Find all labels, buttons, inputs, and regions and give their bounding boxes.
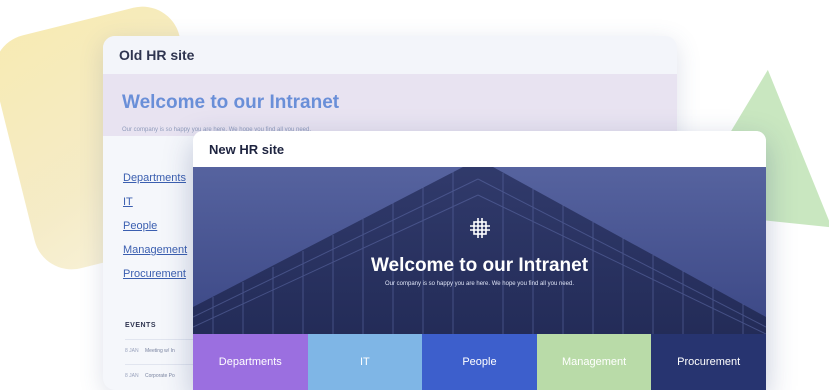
old-site-nav: Departments IT People Management Procure… bbox=[123, 172, 187, 292]
new-site-title: Welcome to our Intranet bbox=[370, 255, 589, 276]
tile-management[interactable]: Management bbox=[536, 334, 652, 390]
tile-it[interactable]: IT bbox=[307, 334, 423, 390]
event-date: 8 JAN bbox=[125, 373, 139, 379]
old-nav-it[interactable]: IT bbox=[123, 196, 187, 212]
tile-departments[interactable]: Departments bbox=[193, 334, 308, 390]
old-nav-management[interactable]: Management bbox=[123, 244, 187, 260]
old-site-title: Welcome to our Intranet bbox=[122, 92, 340, 113]
tile-people[interactable]: People bbox=[422, 334, 537, 390]
old-nav-departments[interactable]: Departments bbox=[123, 172, 187, 188]
new-site-card: New HR site Welcome to our Intranet Our … bbox=[193, 131, 766, 390]
new-site-header: New HR site bbox=[193, 131, 766, 167]
event-date: 8 JAN bbox=[125, 348, 139, 354]
event-name: Meeting w/ In bbox=[145, 348, 175, 354]
old-site-header: Old HR site bbox=[103, 36, 677, 74]
building-image bbox=[193, 167, 766, 334]
nav-tiles: Departments IT People Management Procure… bbox=[193, 334, 766, 390]
hero-banner: Welcome to our Intranet Our company is s… bbox=[193, 167, 766, 334]
old-nav-procurement[interactable]: Procurement bbox=[123, 268, 187, 284]
old-site-banner: Welcome to our Intranet Our company is s… bbox=[103, 74, 677, 136]
tile-procurement[interactable]: Procurement bbox=[651, 334, 766, 390]
new-site-subtitle: Our company is so happy you are here. We… bbox=[384, 281, 574, 287]
intranet-logo-icon bbox=[470, 218, 490, 238]
old-nav-people[interactable]: People bbox=[123, 220, 187, 236]
event-name: Corporate Po bbox=[145, 373, 175, 379]
